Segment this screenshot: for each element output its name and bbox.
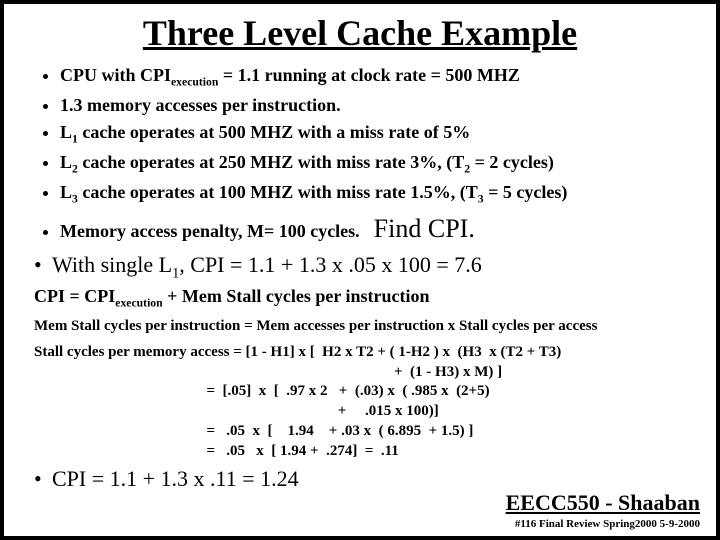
bullet-l2: L2 cache operates at 250 MHZ with miss r… (60, 151, 686, 177)
calc-line-4: + .015 x 100)] (34, 402, 686, 421)
slide: Three Level Cache Example CPU with CPIex… (0, 0, 720, 540)
footer-title: EECC550 - Shaaban (506, 490, 700, 516)
page-title: Three Level Cache Example (34, 12, 686, 54)
calc-line-5: = .05 x [ 1.94 + .03 x ( 6.895 + 1.5) ] (34, 422, 686, 441)
find-cpi-text: Find CPI. (374, 213, 475, 246)
cpi-equation: CPI = CPIexecution + Mem Stall cycles pe… (34, 286, 686, 310)
bullet-penalty: Memory access penalty, M= 100 cycles. Fi… (60, 213, 686, 246)
mem-stall-eqn: Mem Stall cycles per instruction = Mem a… (34, 318, 686, 335)
single-l1-line: •With single L1, CPI = 1.1 + 1.3 x .05 x… (34, 252, 686, 282)
bullet-mem-access: 1.3 memory accesses per instruction. (60, 94, 686, 117)
bullet-l3: L3 cache operates at 100 MHZ with miss r… (60, 181, 686, 207)
bullet-l1: L1 cache operates at 500 MHZ with a miss… (60, 121, 686, 147)
calc-line-1: Stall cycles per memory access = [1 - H1… (34, 343, 686, 362)
bullet-cpu: CPU with CPIexecution = 1.1 running at c… (60, 64, 686, 90)
penalty-text: Memory access penalty, M= 100 cycles. (60, 220, 360, 243)
calc-line-6: = .05 x [ 1.94 + .274] = .11 (34, 442, 686, 461)
calc-line-2: + (1 - H3) x M) ] (34, 363, 686, 382)
calc-line-3: = [.05] x [ .97 x 2 + (.03) x ( .985 x (… (34, 382, 686, 401)
bullet-list-2: Memory access penalty, M= 100 cycles. Fi… (34, 213, 686, 246)
bullet-list: CPU with CPIexecution = 1.1 running at c… (34, 64, 686, 207)
footer-subtitle: #116 Final Review Spring2000 5-9-2000 (506, 518, 700, 530)
result-line: •CPI = 1.1 + 1.3 x .11 = 1.24 (34, 466, 686, 492)
footer: EECC550 - Shaaban #116 Final Review Spri… (506, 490, 700, 530)
